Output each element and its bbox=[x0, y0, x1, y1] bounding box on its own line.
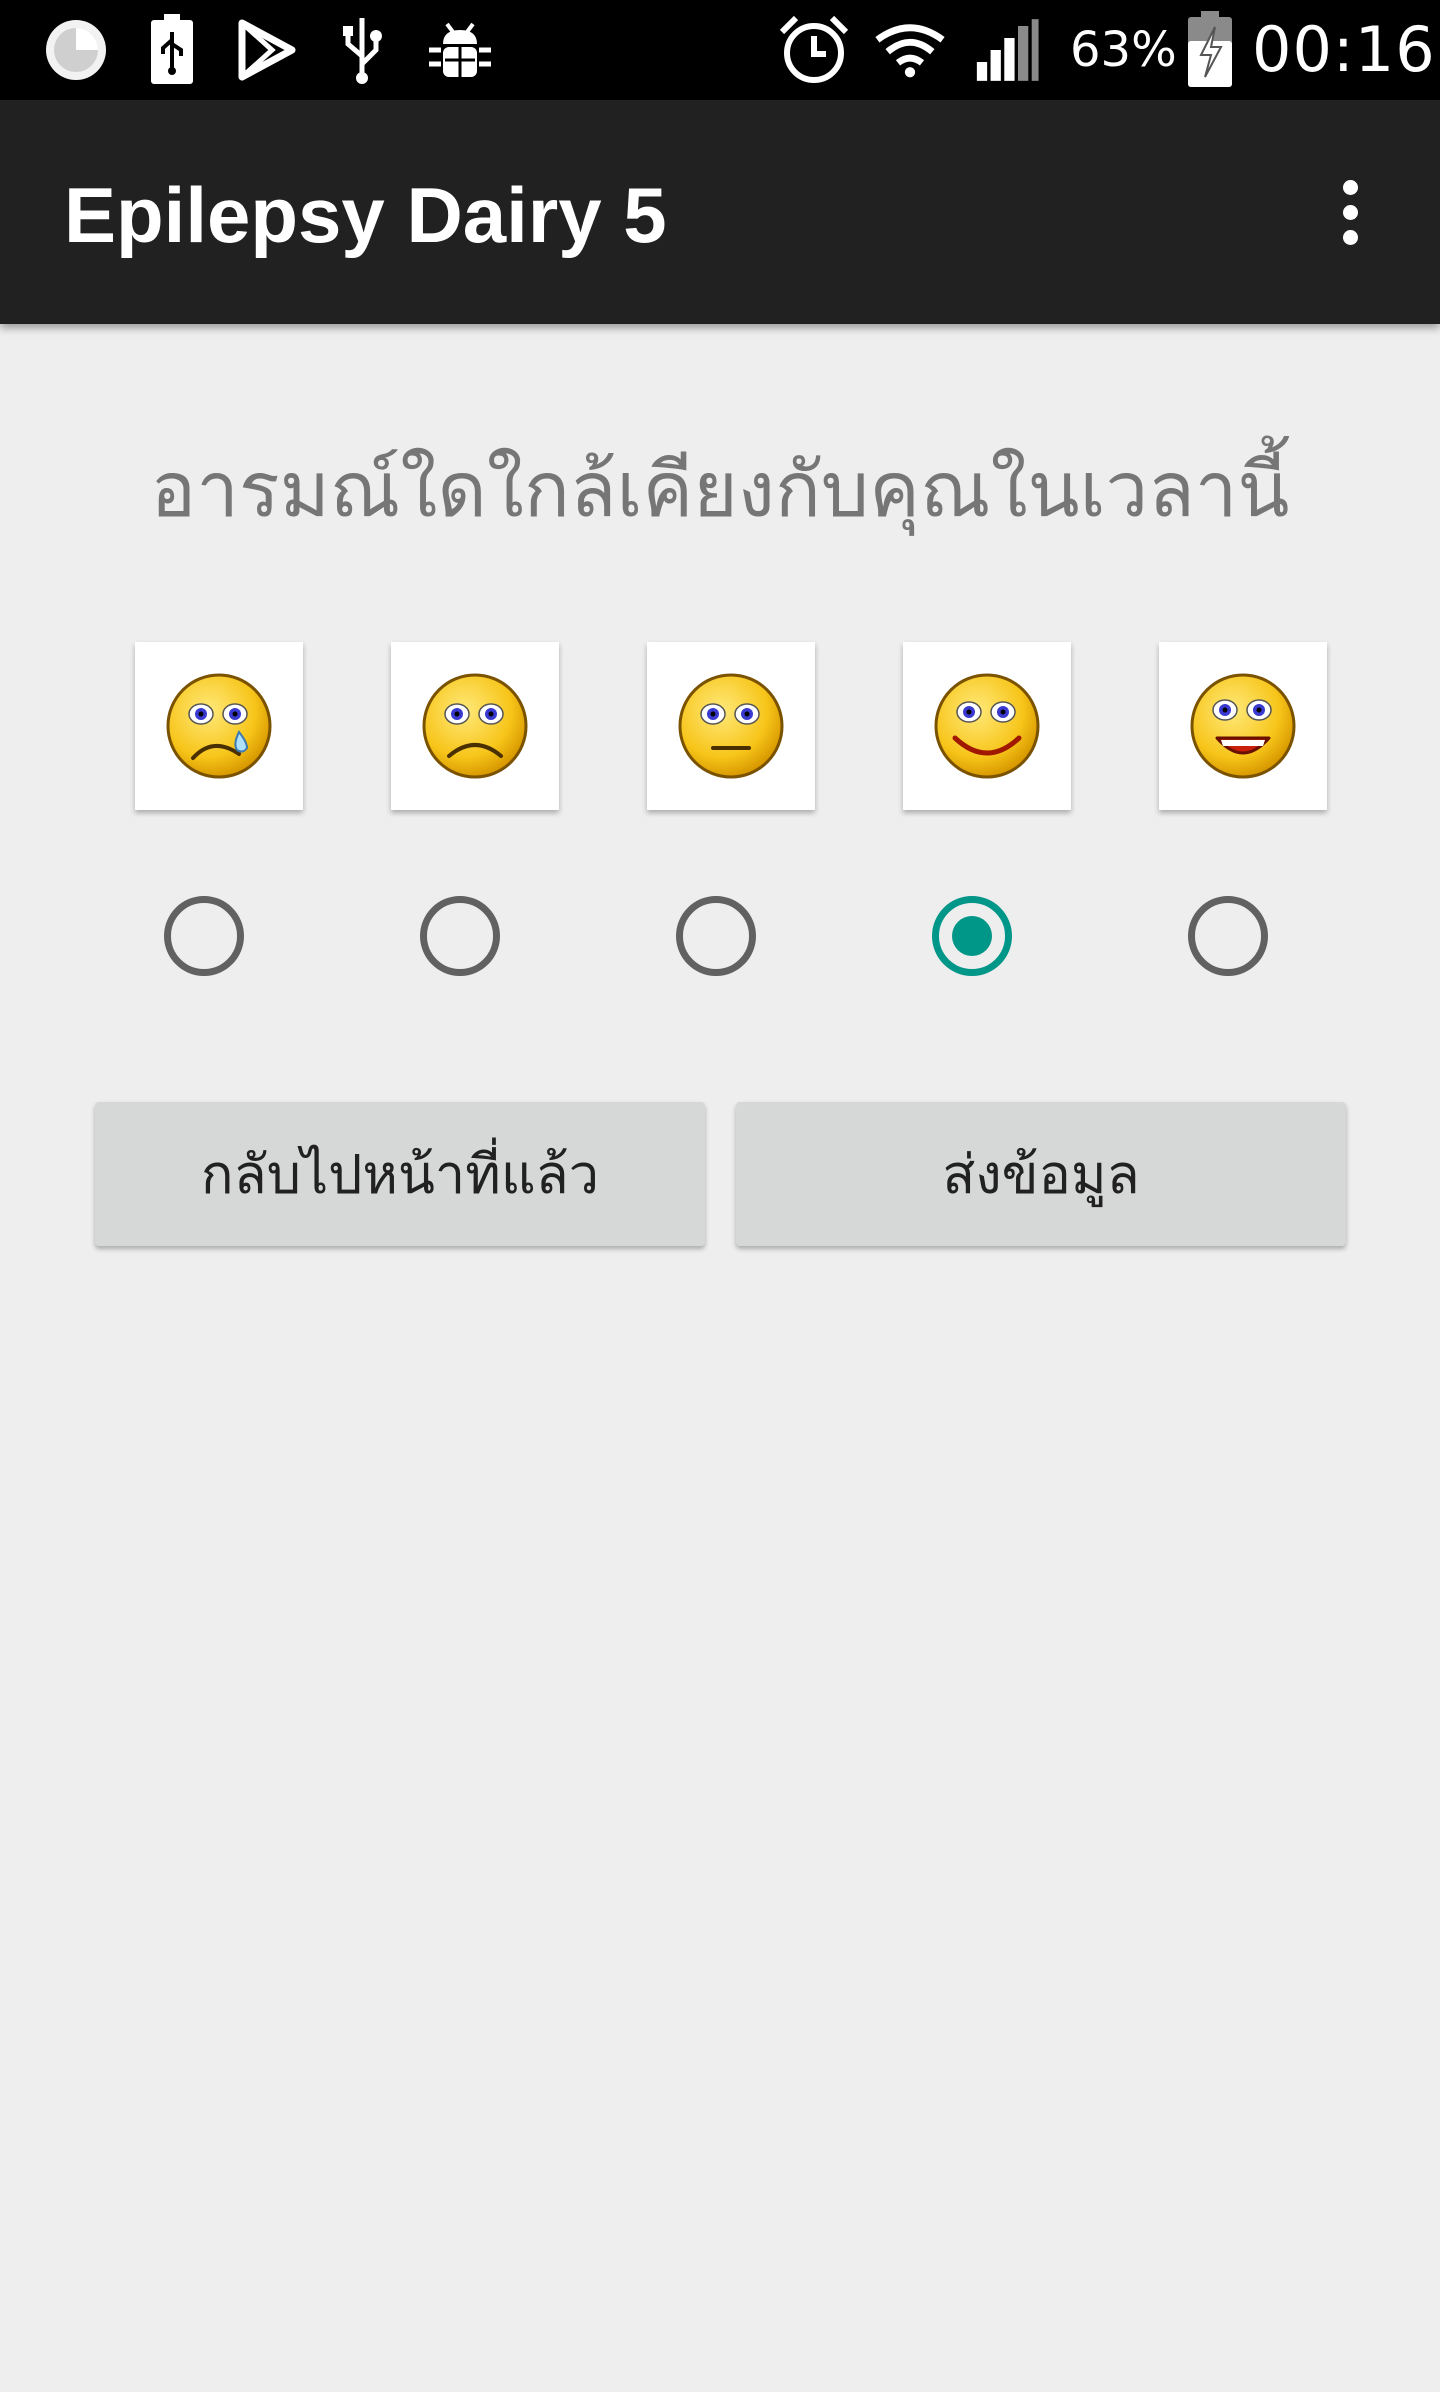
neutral-face-icon bbox=[678, 673, 784, 779]
crying-face-icon bbox=[166, 673, 272, 779]
mood-card-sad bbox=[391, 642, 559, 810]
android-debug-icon bbox=[424, 14, 496, 86]
clock-text: 00:16 bbox=[1252, 13, 1436, 86]
mood-card-laughing bbox=[1159, 642, 1327, 810]
overflow-dot bbox=[1342, 179, 1358, 195]
battery-charging-icon bbox=[1174, 11, 1246, 87]
send-button[interactable]: ส่งข้อมูล bbox=[736, 1102, 1346, 1246]
mood-question: อารมณ์ใดใกล้เคียงกับคุณในเวลานี้ bbox=[150, 445, 1290, 534]
status-bar: 63% 00:16 bbox=[0, 0, 1440, 100]
circle-app-icon bbox=[40, 14, 112, 86]
battery-usb-icon bbox=[136, 14, 208, 86]
smiling-face-icon bbox=[934, 673, 1040, 779]
mood-card-smiling bbox=[903, 642, 1071, 810]
mood-radio-neutral[interactable] bbox=[676, 896, 756, 976]
play-store-icon bbox=[230, 14, 302, 86]
mood-radio-laughing[interactable] bbox=[1188, 896, 1268, 976]
signal-icon bbox=[970, 14, 1042, 86]
battery-percent-text: 63% bbox=[1070, 22, 1177, 78]
overflow-dot bbox=[1342, 229, 1358, 245]
overflow-dot bbox=[1342, 204, 1358, 220]
mood-radio-crying[interactable] bbox=[164, 896, 244, 976]
app-bar: Epilepsy Dairy 5 bbox=[0, 100, 1440, 324]
alarm-icon bbox=[778, 14, 850, 86]
laughing-face-icon bbox=[1190, 673, 1296, 779]
overflow-menu-icon[interactable] bbox=[1300, 162, 1400, 262]
app-title: Epilepsy Dairy 5 bbox=[64, 171, 667, 259]
mood-radio-sad[interactable] bbox=[420, 896, 500, 976]
mood-card-neutral bbox=[647, 642, 815, 810]
mood-radio-smiling[interactable] bbox=[932, 896, 1012, 976]
mood-card-crying bbox=[135, 642, 303, 810]
sad-face-icon bbox=[422, 673, 528, 779]
usb-icon bbox=[326, 14, 398, 86]
back-button[interactable]: กลับไปหน้าที่แล้ว bbox=[95, 1102, 705, 1246]
wifi-icon bbox=[874, 14, 946, 86]
